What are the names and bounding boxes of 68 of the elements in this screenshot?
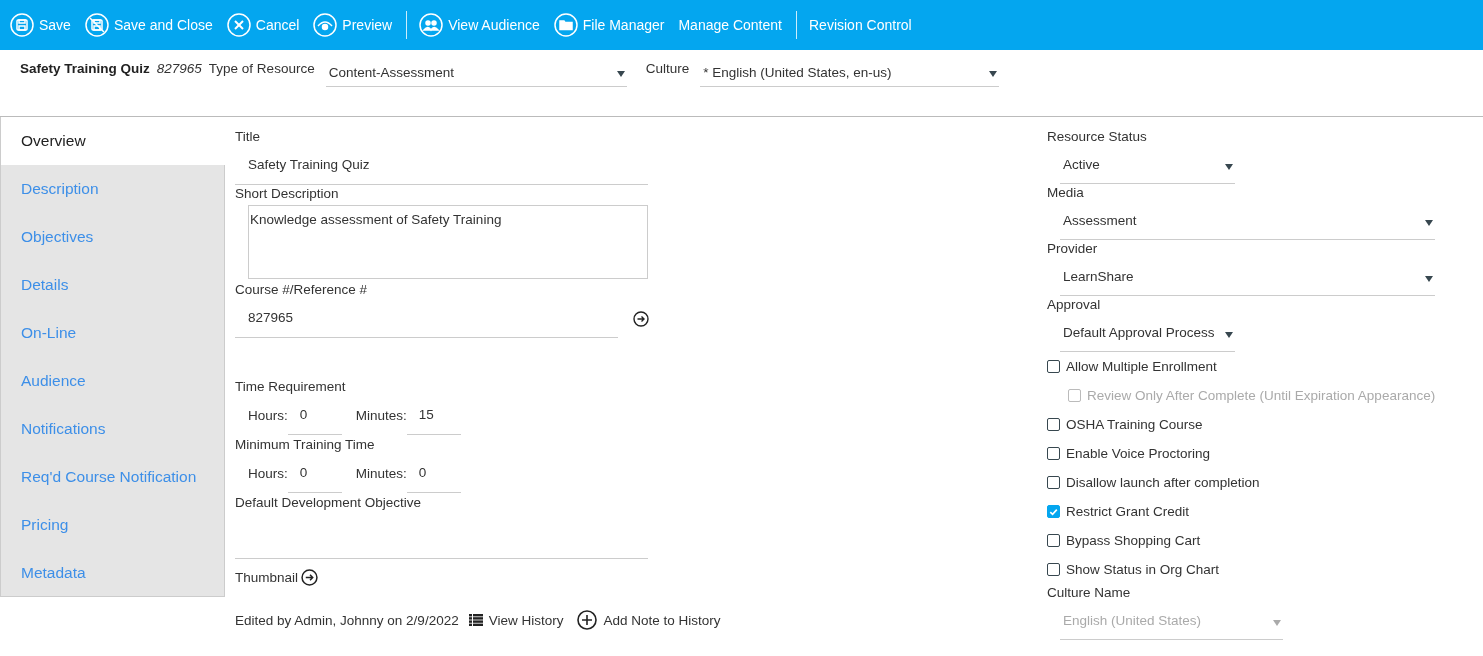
hours-label: Hours: xyxy=(248,407,288,425)
caret-icon xyxy=(616,71,625,77)
arrow-right-icon[interactable] xyxy=(633,310,649,327)
caret-icon xyxy=(1225,331,1233,338)
arrow-right-icon[interactable] xyxy=(301,569,319,586)
field-label: Title xyxy=(235,128,261,146)
checkbox-option[interactable]: Restrict Grant Credit xyxy=(1047,497,1477,526)
resource-number: 827965 xyxy=(156,60,202,78)
folder-icon xyxy=(553,13,578,37)
hours-field[interactable]: 0 xyxy=(287,455,342,493)
eye-icon xyxy=(313,13,338,37)
resource-title: Safety Training Quiz xyxy=(20,60,150,78)
caret-icon xyxy=(1425,219,1433,226)
field-label: Type of Resource xyxy=(208,60,315,78)
add-note-link[interactable]: Add Note to History xyxy=(577,610,721,630)
floppy-disk-slash-icon xyxy=(84,13,109,37)
field-label: Resource Status xyxy=(1047,128,1148,146)
caret-icon xyxy=(1425,275,1433,282)
checkbox-option[interactable]: Show Status in Org Chart xyxy=(1047,555,1477,584)
checkbox[interactable] xyxy=(1047,447,1060,460)
caret-icon xyxy=(1273,619,1281,626)
checkbox-option[interactable]: Disallow launch after completion xyxy=(1047,468,1477,497)
course-number-field[interactable]: 827965 xyxy=(235,299,618,338)
field-label: Provider xyxy=(1047,240,1099,258)
minutes-label: Minutes: xyxy=(355,407,407,425)
description-textarea[interactable]: Knowledge assessment of Safety Training xyxy=(248,205,648,279)
culture-dropdown[interactable]: * English (United States, en-us) xyxy=(700,58,1000,87)
minutes-field[interactable]: 0 xyxy=(406,455,461,493)
field-label: Culture xyxy=(645,60,690,78)
field-label: Approval xyxy=(1047,296,1102,314)
checkbox[interactable] xyxy=(1047,418,1060,431)
field-label: Default Development Objective xyxy=(235,494,423,512)
hours-field[interactable]: 0 xyxy=(287,397,342,435)
edited-text: Edited by Admin, Johnny on 2/9/2022 xyxy=(235,612,459,628)
minutes-field[interactable]: 15 xyxy=(406,397,461,435)
floppy-disk-icon xyxy=(10,13,34,37)
checkbox-option[interactable]: Allow Multiple Enrollment xyxy=(1047,352,1477,381)
checkbox[interactable] xyxy=(1047,563,1060,576)
field-label: Media xyxy=(1047,184,1085,202)
close-icon xyxy=(226,13,251,37)
view-history-link[interactable]: View History xyxy=(468,612,564,628)
title-field[interactable]: Safety Training Quiz xyxy=(235,146,648,185)
field-label: Minimum Training Time xyxy=(235,436,376,454)
type-dropdown[interactable]: Content-Assessment xyxy=(325,58,627,87)
checkbox-option[interactable]: Enable Voice Proctoring xyxy=(1047,439,1477,468)
dropdown[interactable]: Assessment xyxy=(1060,202,1435,240)
field-label: Time Requirement xyxy=(235,378,347,396)
dropdown[interactable]: LearnShare xyxy=(1060,258,1435,296)
field-label: Short Description xyxy=(235,185,340,203)
checkbox[interactable] xyxy=(1047,476,1060,489)
tab[interactable]: Overview xyxy=(1,117,225,165)
field-label: Course #/Reference # xyxy=(235,281,369,299)
thumbnail-label: Thumbnail xyxy=(235,570,299,585)
plus-icon xyxy=(577,610,598,630)
field-label: Culture Name xyxy=(1047,584,1132,602)
minutes-label: Minutes: xyxy=(355,465,407,483)
caret-icon xyxy=(989,71,998,77)
caret-icon xyxy=(1225,163,1233,170)
checkbox-option[interactable]: Bypass Shopping Cart xyxy=(1047,526,1477,555)
people-icon xyxy=(419,13,444,37)
hours-label: Hours: xyxy=(248,465,288,483)
checkbox[interactable] xyxy=(1047,534,1060,547)
checkbox[interactable] xyxy=(1047,360,1060,373)
checkbox[interactable] xyxy=(1047,505,1060,518)
checkbox-option[interactable]: OSHA Training Course xyxy=(1047,410,1477,439)
dropdown[interactable]: Active xyxy=(1060,146,1235,184)
list-icon xyxy=(468,614,483,626)
dropdown[interactable]: Default Approval Process xyxy=(1060,314,1235,352)
